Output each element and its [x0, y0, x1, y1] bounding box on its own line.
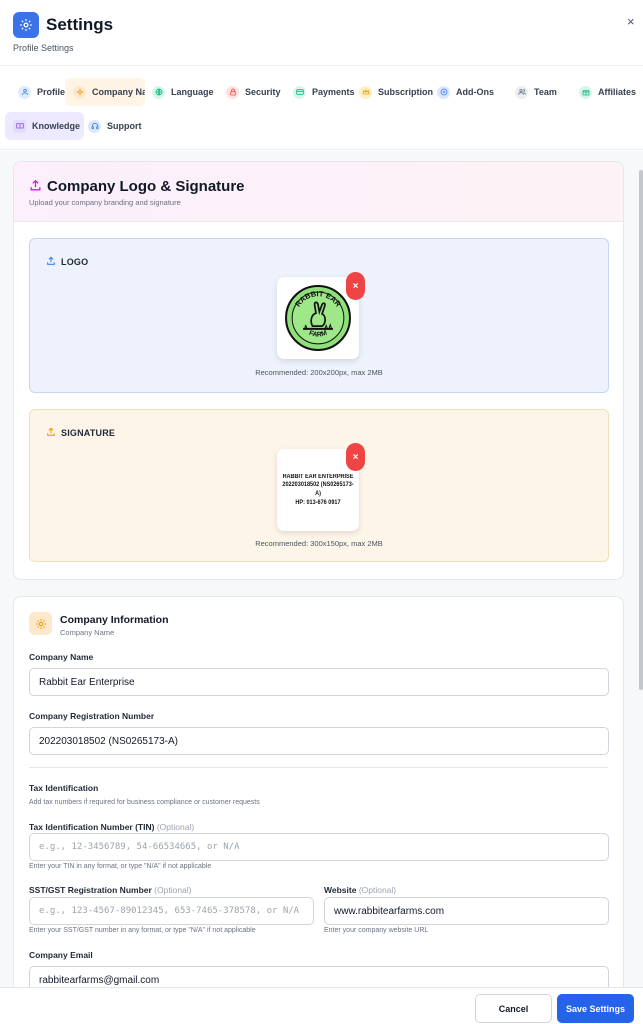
tab-team[interactable]: Team	[507, 78, 561, 106]
headset-icon	[88, 119, 101, 133]
website-input[interactable]: www.rabbitearfarms.com	[324, 897, 609, 925]
scrollbar[interactable]	[639, 170, 643, 690]
tab-security[interactable]: Security	[218, 78, 285, 106]
gear-icon	[29, 612, 52, 635]
credit-card-icon	[293, 85, 306, 99]
settings-header: Settings Profile Settings ×	[0, 0, 643, 66]
settings-tabs: Profile Company Name Language Security P…	[0, 70, 643, 150]
user-icon	[18, 85, 31, 99]
globe-icon	[152, 85, 165, 99]
logo-upload-area[interactable]: LOGO RABBIT EAR FARM × Recommended: 200x…	[29, 238, 609, 393]
page-subtitle: Profile Settings	[13, 43, 74, 53]
logo-label: LOGO	[46, 256, 88, 268]
settings-footer: Cancel Save Settings	[0, 987, 643, 1024]
signature-upload-area[interactable]: SIGNATURE RABBIT EAR ENTERPRISE 20220301…	[29, 409, 609, 562]
company-email-label: Company Email	[29, 950, 93, 960]
branding-title: Company Logo & Signature	[47, 178, 245, 195]
tab-payments[interactable]: Payments	[285, 78, 359, 106]
tab-company-name[interactable]: Company Name	[65, 78, 145, 106]
upload-icon	[46, 256, 56, 268]
company-name-label: Company Name	[29, 652, 94, 662]
tab-knowledge[interactable]: Knowledge	[5, 112, 85, 140]
cancel-button[interactable]: Cancel	[475, 994, 552, 1023]
settings-content: Company Logo & Signature Upload your com…	[0, 151, 643, 987]
company-name-input[interactable]: Rabbit Ear Enterprise	[29, 668, 609, 696]
sst-input[interactable]: e.g., 123-4567-89012345, 653-7465-378578…	[29, 897, 314, 925]
company-email-input[interactable]: rabbitearfarms@gmail.com	[29, 966, 609, 987]
branding-subtitle: Upload your company branding and signatu…	[29, 198, 181, 207]
remove-signature-button[interactable]: ×	[346, 443, 365, 471]
tax-identification-subtitle: Add tax numbers if required for business…	[29, 799, 260, 806]
company-info-card: Company Information Company Name Company…	[13, 596, 624, 987]
tin-hint: Enter your TIN in any format, or type "N…	[29, 863, 212, 870]
lock-icon	[226, 85, 239, 99]
tin-label: Tax Identification Number (TIN) (Optiona…	[29, 822, 195, 832]
crown-icon	[359, 85, 372, 99]
website-label: Website (Optional)	[324, 885, 397, 895]
settings-gear-icon	[13, 12, 39, 38]
tab-affiliates[interactable]: Affiliates	[571, 78, 640, 106]
users-icon	[515, 85, 528, 99]
sst-hint: Enter your SST/GST number in any format,…	[29, 927, 256, 934]
tab-add-ons[interactable]: Add-Ons	[429, 78, 498, 106]
tax-identification-title: Tax Identification	[29, 783, 99, 793]
save-settings-button[interactable]: Save Settings	[557, 994, 634, 1023]
tab-subscription[interactable]: Subscription	[351, 78, 437, 106]
book-icon	[13, 119, 26, 133]
registration-number-label: Company Registration Number	[29, 711, 155, 721]
sst-label: SST/GST Registration Number (Optional)	[29, 885, 192, 895]
signature-recommendation: Recommended: 300x150px, max 2MB	[255, 539, 383, 548]
company-info-title: Company Information	[60, 614, 169, 626]
page-title: Settings	[46, 15, 114, 34]
branding-card-header: Company Logo & Signature Upload your com…	[14, 162, 623, 222]
tin-input[interactable]: e.g., 12-3456789, 54-66534665, or N/A	[29, 833, 609, 861]
tab-support[interactable]: Support	[80, 112, 146, 140]
signature-stamp: RABBIT EAR ENTERPRISE 202203018502 (NS02…	[282, 473, 354, 506]
section-divider	[29, 767, 608, 768]
registration-number-input[interactable]: 202203018502 (NS0265173-A)	[29, 727, 609, 755]
signature-label: SIGNATURE	[46, 427, 115, 439]
gear-icon	[73, 85, 86, 99]
remove-logo-button[interactable]: ×	[346, 272, 365, 300]
company-info-subtitle: Company Name	[60, 628, 115, 637]
branding-card: Company Logo & Signature Upload your com…	[13, 161, 624, 580]
gift-icon	[579, 85, 592, 99]
close-icon[interactable]: ×	[627, 15, 635, 28]
addon-icon	[437, 85, 450, 99]
tab-profile[interactable]: Profile	[10, 78, 69, 106]
upload-icon	[46, 427, 56, 439]
rabbit-ear-farm-logo: RABBIT EAR FARM	[285, 285, 351, 351]
upload-icon	[29, 179, 42, 197]
website-hint: Enter your company website URL	[324, 927, 429, 934]
logo-recommendation: Recommended: 200x200px, max 2MB	[255, 368, 383, 377]
tab-language[interactable]: Language	[144, 78, 218, 106]
